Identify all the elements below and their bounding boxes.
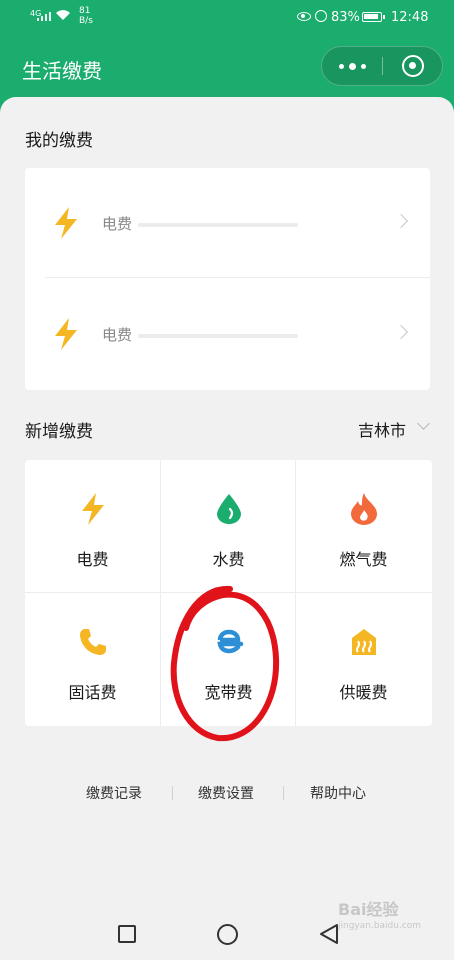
net-speed-value: 81 bbox=[79, 6, 91, 16]
battery-percent: 83% bbox=[331, 10, 360, 25]
page-title: 生活缴费 bbox=[22, 59, 102, 83]
recent-apps-icon[interactable] bbox=[118, 925, 136, 943]
net-speed: 81 B/s bbox=[79, 6, 93, 26]
lightning-icon bbox=[55, 318, 77, 350]
water-drop-icon bbox=[213, 492, 245, 526]
lightning-icon bbox=[77, 492, 109, 526]
link-payment-settings[interactable]: 缴费设置 bbox=[198, 783, 254, 803]
footer-links: 缴费记录 缴费设置 帮助中心 bbox=[0, 783, 454, 803]
header-bar: 4G 81 B/s 83% 12:48 生活缴费 bbox=[0, 0, 454, 112]
home-icon[interactable] bbox=[217, 924, 238, 945]
account-mask bbox=[138, 223, 298, 227]
city-selector[interactable]: 吉林市 bbox=[358, 417, 406, 441]
bill-type-label: 电费 bbox=[76, 550, 109, 569]
link-payment-records[interactable]: 缴费记录 bbox=[86, 783, 142, 803]
battery-icon bbox=[362, 12, 385, 22]
lightning-icon bbox=[55, 207, 77, 239]
back-icon[interactable] bbox=[318, 923, 340, 945]
watermark-url: jingyan.baidu.com bbox=[338, 921, 422, 931]
mini-program-capsule bbox=[321, 46, 443, 86]
bill-type-gas[interactable]: 燃气费 bbox=[296, 460, 431, 592]
bill-type-label: 固话费 bbox=[68, 683, 117, 702]
bill-item[interactable]: 电费 bbox=[25, 168, 430, 278]
phone-icon bbox=[77, 625, 109, 659]
signal-icon bbox=[37, 12, 51, 21]
link-help-center[interactable]: 帮助中心 bbox=[310, 783, 366, 803]
watermark-brand: Bai bbox=[338, 900, 367, 919]
flame-icon bbox=[348, 492, 380, 526]
link-divider bbox=[283, 786, 284, 800]
divider bbox=[45, 277, 430, 278]
clock: 12:48 bbox=[391, 10, 429, 25]
bill-type-label: 燃气费 bbox=[339, 550, 388, 569]
annotation-circle bbox=[170, 585, 280, 742]
bill-type-heating[interactable]: 供暖费 bbox=[296, 593, 431, 725]
bill-item-label: 电费 bbox=[102, 215, 133, 233]
account-mask bbox=[138, 334, 298, 338]
capsule-divider bbox=[382, 57, 383, 75]
wifi-icon bbox=[56, 10, 70, 20]
bill-type-water[interactable]: 水费 bbox=[161, 460, 296, 592]
target-close-icon[interactable] bbox=[402, 55, 424, 77]
my-bills-card: 电费 电费 bbox=[25, 168, 430, 390]
bill-type-label: 水费 bbox=[212, 550, 245, 569]
watermark-cn: 经验 bbox=[366, 900, 399, 919]
bill-item[interactable]: 电费 bbox=[25, 279, 430, 389]
bill-type-electricity[interactable]: 电费 bbox=[25, 460, 160, 592]
chevron-right-icon bbox=[393, 213, 409, 229]
my-bills-title: 我的缴费 bbox=[25, 131, 93, 151]
alarm-icon bbox=[315, 10, 327, 22]
net-speed-unit: B/s bbox=[79, 16, 93, 26]
status-bar: 4G 81 B/s 83% 12:48 bbox=[0, 0, 454, 36]
new-bill-title: 新增缴费 bbox=[25, 422, 93, 442]
bill-type-label: 供暖费 bbox=[339, 683, 388, 702]
bill-item-label: 电费 bbox=[102, 326, 133, 344]
link-divider bbox=[172, 786, 173, 800]
heater-icon bbox=[348, 625, 380, 659]
bill-type-landline[interactable]: 固话费 bbox=[25, 593, 160, 725]
more-dots-icon[interactable] bbox=[322, 47, 382, 85]
chevron-right-icon bbox=[393, 324, 409, 340]
watermark: Bai经验 jingyan.baidu.com bbox=[338, 902, 438, 946]
eye-comfort-icon bbox=[297, 12, 311, 21]
